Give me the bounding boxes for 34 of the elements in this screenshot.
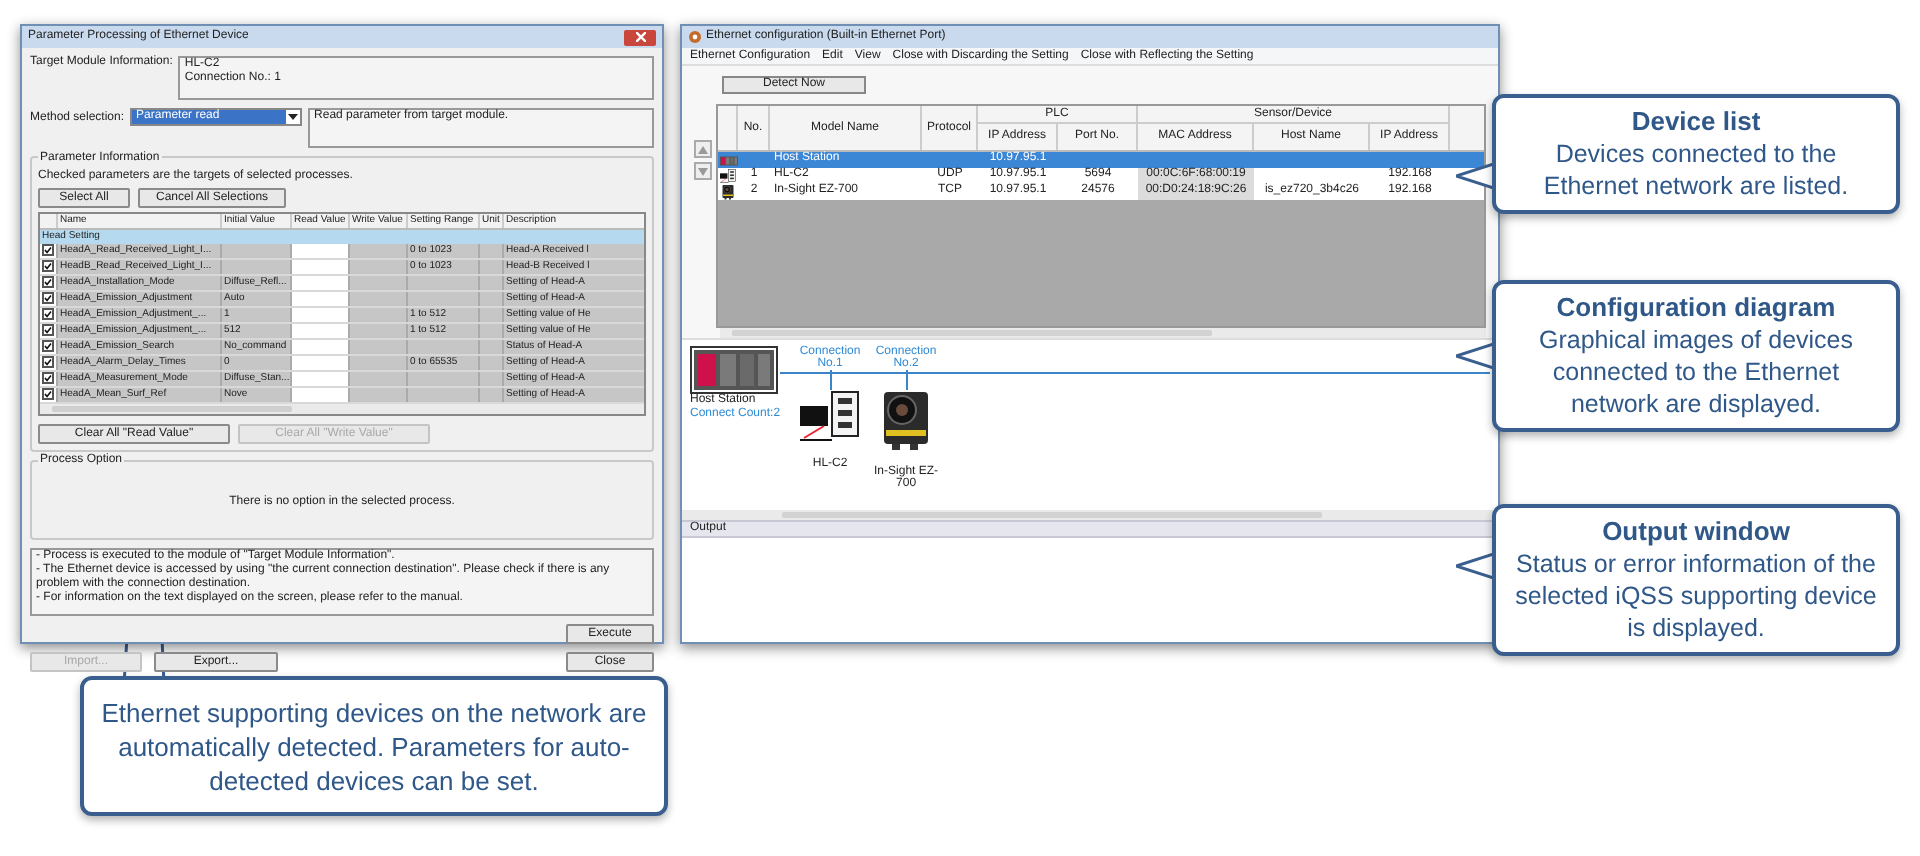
row-checkbox[interactable] <box>42 260 54 272</box>
row-checkbox[interactable] <box>42 244 54 256</box>
row-checkbox[interactable] <box>42 308 54 320</box>
plc-drawing <box>694 350 774 390</box>
row-checkbox[interactable] <box>42 292 54 304</box>
callout-title: Configuration diagram <box>1556 292 1836 324</box>
horizontal-scrollbar[interactable] <box>40 404 644 414</box>
close-icon <box>635 32 645 42</box>
plc-icon <box>719 153 737 167</box>
dropdown-arrow-icon <box>286 110 301 124</box>
row-checkbox[interactable] <box>42 372 54 384</box>
row-checkbox[interactable] <box>42 276 54 288</box>
callout-text: Devices connected to the Ethernet network are listed. <box>1541 138 1851 202</box>
down-arrow-icon <box>698 167 708 175</box>
camera-icon <box>722 184 734 200</box>
callout-text: Graphical images of devices connected to the Ethernet network are displayed. <box>1536 324 1856 420</box>
callout-text: Status or error information of the selected iQSS supporting device is displayed. <box>1513 548 1879 644</box>
sensor-drawing <box>800 390 861 442</box>
close-button[interactable] <box>624 29 656 45</box>
row-checkbox[interactable] <box>42 340 54 352</box>
app-icon <box>688 30 702 44</box>
horizontal-scrollbar[interactable] <box>682 510 1498 520</box>
sensor-icon <box>720 168 736 184</box>
row-checkbox[interactable] <box>42 324 54 336</box>
connection-line <box>829 370 832 390</box>
horizontal-scrollbar[interactable] <box>720 328 1486 338</box>
row-checkbox[interactable] <box>42 388 54 400</box>
row-checkbox[interactable] <box>42 356 54 368</box>
up-arrow-icon <box>698 145 708 153</box>
callout-title: Device list <box>1631 106 1761 138</box>
callout-text: Ethernet supporting devices on the network are automatically detected. Parameters for auto-detected devices can be set. <box>99 695 649 797</box>
callout-title: Output window <box>1602 516 1790 548</box>
connection-line <box>905 370 908 390</box>
camera-drawing <box>882 390 931 450</box>
